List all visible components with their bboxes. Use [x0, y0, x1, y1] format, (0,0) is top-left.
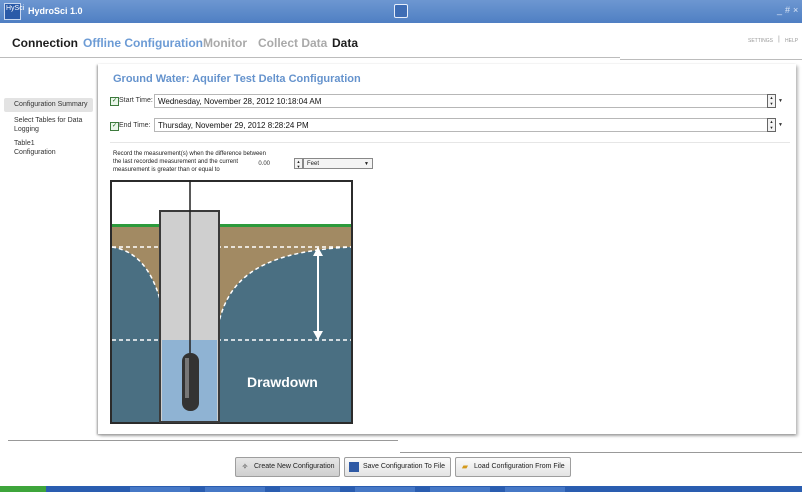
- maximize-button[interactable]: #: [785, 5, 790, 15]
- end-time-checkbox[interactable]: ✓: [110, 122, 119, 131]
- new-configuration-icon: ✧: [241, 462, 249, 471]
- minimize-button[interactable]: _: [777, 5, 782, 15]
- sidebar-item-select-tables[interactable]: Select Tables for Data Logging: [4, 114, 84, 136]
- end-time-label: End Time:: [119, 122, 151, 129]
- floppy-disk-icon: [349, 462, 359, 472]
- app-title: HydroSci 1.0: [28, 6, 83, 16]
- start-time-dropdown-icon[interactable]: ▼: [776, 94, 785, 108]
- create-new-configuration-button[interactable]: ✧ Create New Configuration: [235, 457, 340, 477]
- calculator-icon[interactable]: [394, 4, 408, 18]
- end-time-field[interactable]: Thursday, November 29, 2012 8:28:24 PM: [154, 118, 768, 132]
- start-time-field[interactable]: Wednesday, November 28, 2012 10:18:04 AM: [154, 94, 768, 108]
- top-navigation: Connection Offline Configuration Monitor…: [0, 23, 802, 59]
- load-configuration-label: Load Configuration From File: [474, 463, 565, 470]
- hydrosci-logo-icon: HySci: [4, 3, 24, 20]
- header-divider: [0, 57, 620, 58]
- taskbar-item[interactable]: [430, 487, 490, 492]
- end-time-dropdown-icon[interactable]: ▼: [776, 118, 785, 132]
- taskbar-item[interactable]: [130, 487, 190, 492]
- footer-divider-left: [8, 440, 398, 441]
- taskbar-item[interactable]: [280, 487, 340, 492]
- taskbar-item[interactable]: [205, 487, 265, 492]
- create-new-configuration-label: Create New Configuration: [254, 463, 335, 470]
- illustration-caption: Drawdown: [247, 374, 318, 390]
- save-configuration-button[interactable]: Save Configuration To File: [344, 457, 451, 477]
- sidebar-item-configuration-summary[interactable]: Configuration Summary: [4, 98, 93, 112]
- end-time-spinner[interactable]: ▲ ▼: [767, 118, 776, 132]
- unit-select[interactable]: Feet ▼: [303, 158, 373, 169]
- tab-connection[interactable]: Connection: [12, 35, 78, 51]
- page-title: Ground Water: Aquifer Test Delta Configu…: [113, 73, 361, 85]
- threshold-input[interactable]: 0.00: [248, 159, 270, 169]
- header-separator: |: [778, 36, 780, 43]
- tab-offline-configuration[interactable]: Offline Configuration: [83, 35, 203, 51]
- taskbar-item[interactable]: [505, 487, 565, 492]
- start-time-checkbox[interactable]: ✓: [110, 97, 119, 106]
- taskbar-item[interactable]: [355, 487, 415, 492]
- start-time-label: Start Time:: [119, 97, 153, 104]
- help-link[interactable]: HELP: [785, 38, 798, 44]
- tab-data[interactable]: Data: [332, 35, 358, 51]
- threshold-spinner[interactable]: ▲ ▼: [294, 158, 303, 169]
- section-divider: [110, 142, 790, 143]
- load-configuration-button[interactable]: ▰ Load Configuration From File: [455, 457, 571, 477]
- tab-monitor[interactable]: Monitor: [203, 35, 247, 51]
- footer-divider-right: [400, 452, 802, 453]
- header-divider-right: [620, 59, 802, 60]
- unit-select-value: Feet: [307, 161, 320, 167]
- settings-link[interactable]: SETTINGS: [748, 38, 773, 44]
- close-button[interactable]: ×: [793, 5, 798, 15]
- start-time-spinner[interactable]: ▲ ▼: [767, 94, 776, 108]
- tab-collect-data[interactable]: Collect Data: [258, 35, 327, 51]
- save-configuration-label: Save Configuration To File: [363, 463, 445, 470]
- sidebar-item-table1-configuration[interactable]: Table1 Configuration: [4, 137, 64, 159]
- open-folder-icon: ▰: [461, 462, 469, 471]
- chevron-down-icon: ▼: [364, 161, 369, 167]
- start-button[interactable]: [0, 486, 46, 492]
